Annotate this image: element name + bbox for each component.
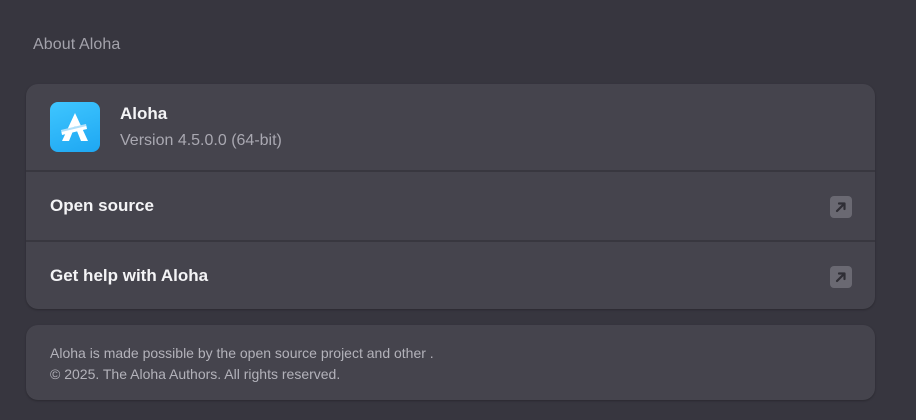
- open-source-label: Open source: [50, 196, 154, 215]
- about-card: Aloha Version 4.5.0.0 (64-bit) Open sour…: [26, 84, 875, 309]
- app-info-row: Aloha Version 4.5.0.0 (64-bit): [26, 84, 875, 171]
- aloha-logo-icon: [50, 102, 100, 152]
- get-help-link[interactable]: Get help with Aloha: [26, 242, 875, 309]
- footer-card: Aloha is made possible by the open sourc…: [26, 325, 875, 400]
- section-title: About Aloha: [33, 36, 121, 53]
- about-page: About Aloha Aloha Version 4.5.0.0 (64-bi…: [0, 0, 916, 420]
- external-link-icon[interactable]: [830, 196, 852, 218]
- app-name: Aloha: [120, 104, 168, 123]
- get-help-label: Get help with Aloha: [50, 266, 209, 285]
- open-source-link[interactable]: Open source: [26, 172, 875, 241]
- external-link-icon[interactable]: [830, 266, 852, 288]
- credits-text: Aloha is made possible by the open sourc…: [50, 345, 434, 361]
- app-version: Version 4.5.0.0 (64-bit): [120, 132, 282, 149]
- copyright-text: © 2025. The Aloha Authors. All rights re…: [50, 366, 341, 382]
